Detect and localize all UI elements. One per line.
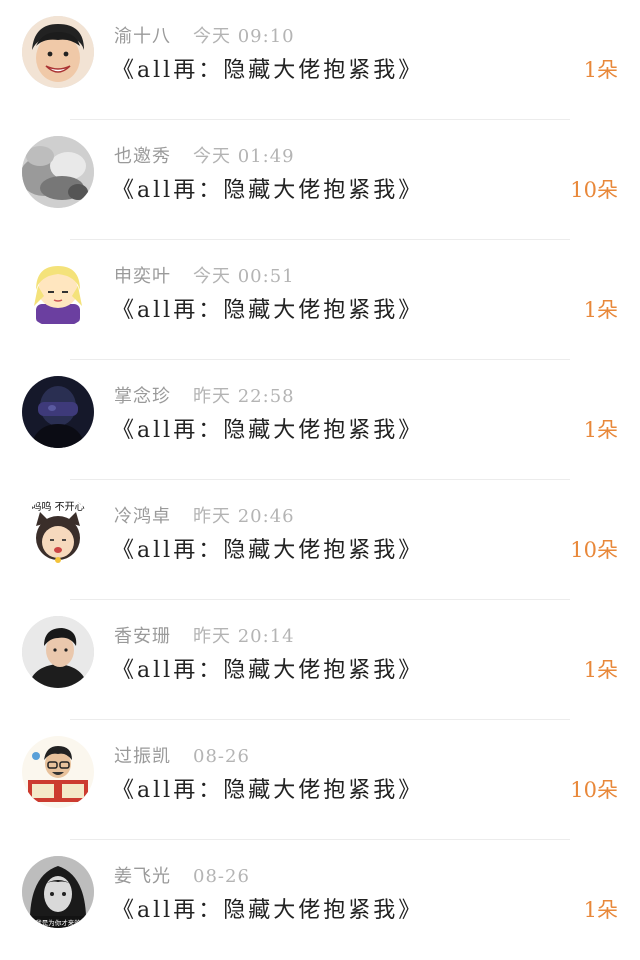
gift-count: 1朵 — [583, 898, 618, 922]
avatar-image: 我是为你才来的 — [22, 856, 94, 928]
book-title[interactable]: 《all再：隐藏大佬抱紧我》 — [112, 652, 423, 684]
timestamp: 昨天 22:58 — [193, 386, 295, 407]
item-meta: 掌念珍 昨天 22:58 — [114, 382, 295, 408]
avatar-caption: 我是为你才来的 — [35, 918, 81, 927]
sender-name[interactable]: 申奕叶 — [114, 266, 171, 287]
list-item[interactable]: 渝十八 今天 09:10 《all再：隐藏大佬抱紧我》 1朵 — [0, 0, 640, 120]
avatar[interactable] — [22, 616, 94, 688]
list-item[interactable]: 呜呜 不开心 冷鸿卓 昨天 20:46 《all再：隐藏大佬抱紧我》 10朵 — [0, 480, 640, 600]
gift-list: 渝十八 今天 09:10 《all再：隐藏大佬抱紧我》 1朵 也邀秀 今天 01:4… — [0, 0, 640, 948]
avatar[interactable] — [22, 136, 94, 208]
avatar[interactable]: 我是为你才来的 — [22, 856, 94, 928]
list-item[interactable]: 过振凯 08-26 《all再：隐藏大佬抱紧我》 10朵 — [0, 720, 640, 840]
sender-name[interactable]: 渝十八 — [114, 26, 171, 47]
book-title[interactable]: 《all再：隐藏大佬抱紧我》 — [112, 772, 423, 804]
timestamp: 今天 09:10 — [193, 26, 295, 47]
sticker-text: 呜呜 不开心 — [31, 500, 84, 513]
book-title[interactable]: 《all再：隐藏大佬抱紧我》 — [112, 172, 423, 204]
gift-count: 10朵 — [570, 778, 618, 802]
item-meta: 冷鸿卓 昨天 20:46 — [114, 502, 295, 528]
item-meta: 申奕叶 今天 00:51 — [114, 262, 295, 288]
avatar[interactable] — [22, 16, 94, 88]
book-title[interactable]: 《all再：隐藏大佬抱紧我》 — [112, 412, 423, 444]
item-meta: 过振凯 08-26 — [114, 742, 250, 768]
timestamp: 08-26 — [193, 866, 250, 887]
timestamp: 今天 00:51 — [193, 266, 295, 287]
timestamp: 昨天 20:14 — [193, 626, 295, 647]
list-item[interactable]: 我是为你才来的 姜飞光 08-26 《all再：隐藏大佬抱紧我》 1朵 — [0, 840, 640, 960]
avatar-image — [22, 736, 94, 808]
avatar-image — [22, 256, 94, 328]
avatar-image — [22, 616, 94, 688]
item-meta: 姜飞光 08-26 — [114, 862, 250, 888]
timestamp: 08-26 — [193, 746, 250, 767]
sender-name[interactable]: 过振凯 — [114, 746, 171, 767]
item-meta: 渝十八 今天 09:10 — [114, 22, 295, 48]
book-title[interactable]: 《all再：隐藏大佬抱紧我》 — [112, 52, 423, 84]
list-item[interactable]: 也邀秀 今天 01:49 《all再：隐藏大佬抱紧我》 10朵 — [0, 120, 640, 240]
book-title[interactable]: 《all再：隐藏大佬抱紧我》 — [112, 532, 423, 564]
sender-name[interactable]: 姜飞光 — [114, 866, 171, 887]
list-item[interactable]: 申奕叶 今天 00:51 《all再：隐藏大佬抱紧我》 1朵 — [0, 240, 640, 360]
sender-name[interactable]: 冷鸿卓 — [114, 506, 171, 527]
book-title[interactable]: 《all再：隐藏大佬抱紧我》 — [112, 292, 423, 324]
avatar[interactable] — [22, 376, 94, 448]
sender-name[interactable]: 也邀秀 — [114, 146, 171, 167]
book-title[interactable]: 《all再：隐藏大佬抱紧我》 — [112, 892, 423, 924]
sender-name[interactable]: 掌念珍 — [114, 386, 171, 407]
gift-count: 1朵 — [583, 58, 618, 82]
avatar-image — [22, 136, 94, 208]
list-item[interactable]: 香安珊 昨天 20:14 《all再：隐藏大佬抱紧我》 1朵 — [0, 600, 640, 720]
item-meta: 香安珊 昨天 20:14 — [114, 622, 295, 648]
timestamp: 今天 01:49 — [193, 146, 295, 167]
gift-count: 1朵 — [583, 298, 618, 322]
gift-count: 1朵 — [583, 418, 618, 442]
avatar[interactable] — [22, 736, 94, 808]
gift-count: 1朵 — [583, 658, 618, 682]
avatar-image — [22, 16, 94, 88]
avatar[interactable] — [22, 256, 94, 328]
avatar-image: 呜呜 不开心 — [22, 496, 94, 568]
avatar[interactable]: 呜呜 不开心 — [22, 496, 94, 568]
gift-count: 10朵 — [570, 538, 618, 562]
avatar-image — [22, 376, 94, 448]
timestamp: 昨天 20:46 — [193, 506, 295, 527]
sender-name[interactable]: 香安珊 — [114, 626, 171, 647]
gift-count: 10朵 — [570, 178, 618, 202]
item-meta: 也邀秀 今天 01:49 — [114, 142, 295, 168]
list-item[interactable]: 掌念珍 昨天 22:58 《all再：隐藏大佬抱紧我》 1朵 — [0, 360, 640, 480]
